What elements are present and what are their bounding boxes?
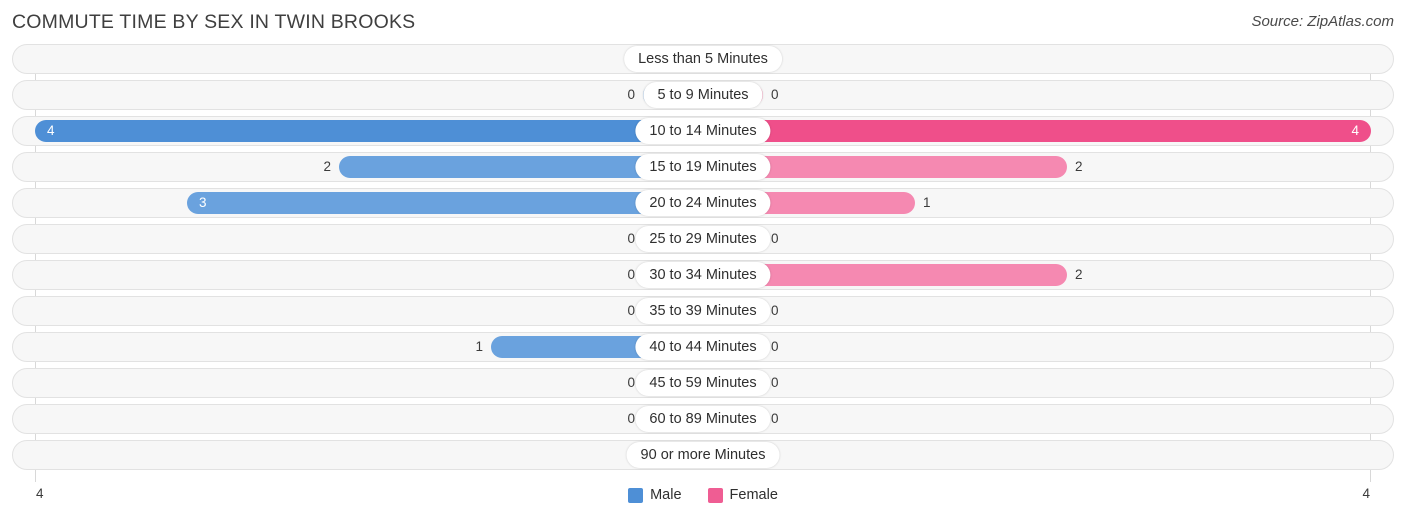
category-label-pill: 35 to 39 Minutes bbox=[635, 298, 771, 324]
category-label-text: 15 to 19 Minutes bbox=[649, 159, 757, 175]
category-label-pill: 30 to 34 Minutes bbox=[635, 262, 771, 288]
bar-row: 3 1 20 to 24 Minutes bbox=[0, 188, 1406, 218]
category-label-pill: 90 or more Minutes bbox=[626, 442, 780, 468]
bar-male[interactable] bbox=[35, 120, 703, 142]
chart-plot-area: 00Less than 5 Minutes005 to 9 Minutes441… bbox=[0, 44, 1406, 482]
bar-value-male: 0 bbox=[627, 267, 635, 282]
bar-value-male: 2 bbox=[323, 159, 331, 174]
legend-item-female[interactable]: Female bbox=[707, 487, 778, 503]
legend-swatch-female-icon bbox=[707, 487, 723, 503]
bar-row: 4 4 10 to 14 Minutes bbox=[0, 116, 1406, 146]
category-label-text: 35 to 39 Minutes bbox=[649, 303, 757, 319]
bar-row: 0 0 5 to 9 Minutes bbox=[0, 80, 1406, 110]
bar-value-male: 4 bbox=[47, 123, 55, 138]
bar-value-female: 0 bbox=[771, 339, 779, 354]
bar-value-male: 0 bbox=[627, 231, 635, 246]
bar-row: 0 0 45 to 59 Minutes bbox=[0, 368, 1406, 398]
category-label-pill: Less than 5 Minutes bbox=[624, 46, 782, 72]
bar-rows-container: 00Less than 5 Minutes005 to 9 Minutes441… bbox=[0, 44, 1406, 476]
category-label-text: 10 to 14 Minutes bbox=[649, 123, 757, 139]
category-label-text: 25 to 29 Minutes bbox=[649, 231, 757, 247]
category-label-text: Less than 5 Minutes bbox=[638, 51, 768, 67]
page-title: COMMUTE TIME BY SEX IN TWIN BROOKS bbox=[12, 11, 416, 33]
category-label-text: 90 or more Minutes bbox=[640, 447, 766, 463]
category-label-text: 20 to 24 Minutes bbox=[649, 195, 757, 211]
bar-male[interactable] bbox=[187, 192, 703, 214]
bar-value-female: 0 bbox=[771, 303, 779, 318]
category-label-pill: 5 to 9 Minutes bbox=[643, 82, 763, 108]
bar-value-female: 0 bbox=[771, 411, 779, 426]
bar-value-female: 0 bbox=[771, 87, 779, 102]
bar-row: 0090 or more Minutes bbox=[0, 440, 1406, 470]
bar-value-male: 0 bbox=[627, 87, 635, 102]
bar-female[interactable] bbox=[703, 120, 1371, 142]
bar-value-female: 0 bbox=[771, 231, 779, 246]
bar-row: 1 0 40 to 44 Minutes bbox=[0, 332, 1406, 362]
bar-value-female: 2 bbox=[1075, 159, 1083, 174]
chart-legend: Male Female bbox=[0, 487, 1406, 503]
category-label-pill: 40 to 44 Minutes bbox=[635, 334, 771, 360]
category-label-pill: 15 to 19 Minutes bbox=[635, 154, 771, 180]
bar-row: 0 2 30 to 34 Minutes bbox=[0, 260, 1406, 290]
category-label-pill: 25 to 29 Minutes bbox=[635, 226, 771, 252]
bar-value-male: 0 bbox=[627, 303, 635, 318]
bar-value-male: 0 bbox=[627, 375, 635, 390]
category-label-pill: 60 to 89 Minutes bbox=[635, 406, 771, 432]
bar-row: 0 0 25 to 29 Minutes bbox=[0, 224, 1406, 254]
bar-value-female: 2 bbox=[1075, 267, 1083, 282]
source-attribution: Source: ZipAtlas.com bbox=[1251, 13, 1394, 30]
category-label-pill: 45 to 59 Minutes bbox=[635, 370, 771, 396]
bar-row: 00Less than 5 Minutes bbox=[0, 44, 1406, 74]
bar-value-male: 0 bbox=[627, 411, 635, 426]
category-label-text: 5 to 9 Minutes bbox=[657, 87, 749, 103]
bar-value-female: 4 bbox=[1351, 123, 1359, 138]
legend-label-male: Male bbox=[650, 487, 682, 503]
legend-label-female: Female bbox=[729, 487, 778, 503]
bar-value-male: 3 bbox=[199, 195, 207, 210]
legend-item-male[interactable]: Male bbox=[628, 487, 682, 503]
chart-header: COMMUTE TIME BY SEX IN TWIN BROOKS Sourc… bbox=[0, 0, 1406, 44]
category-label-pill: 10 to 14 Minutes bbox=[635, 118, 771, 144]
bar-row: 2 2 15 to 19 Minutes bbox=[0, 152, 1406, 182]
category-label-text: 60 to 89 Minutes bbox=[649, 411, 757, 427]
category-label-text: 45 to 59 Minutes bbox=[649, 375, 757, 391]
chart-footer: 4 4 Male Female bbox=[0, 482, 1406, 523]
bar-value-female: 1 bbox=[923, 195, 931, 210]
bar-row: 0 0 60 to 89 Minutes bbox=[0, 404, 1406, 434]
bar-value-female: 0 bbox=[771, 375, 779, 390]
legend-swatch-male-icon bbox=[628, 487, 644, 503]
category-label-text: 40 to 44 Minutes bbox=[649, 339, 757, 355]
category-label-pill: 20 to 24 Minutes bbox=[635, 190, 771, 216]
bar-row: 0 0 35 to 39 Minutes bbox=[0, 296, 1406, 326]
bar-value-male: 1 bbox=[475, 339, 483, 354]
category-label-text: 30 to 34 Minutes bbox=[649, 267, 757, 283]
